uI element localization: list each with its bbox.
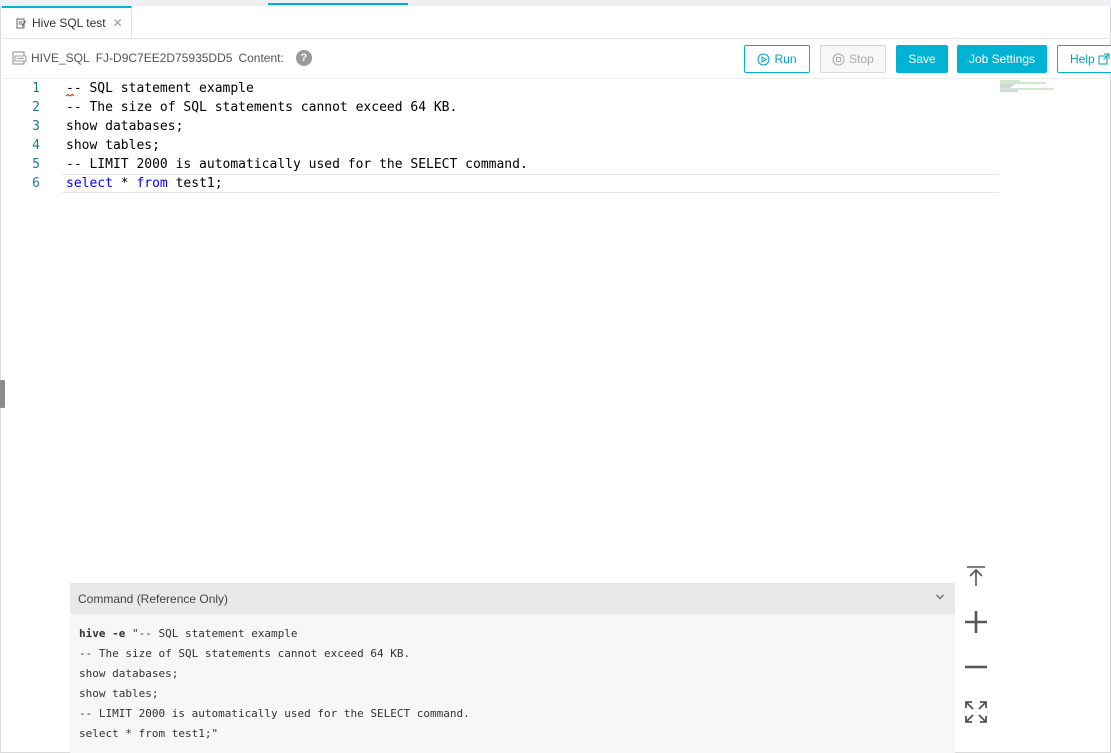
fullscreen-button[interactable] xyxy=(960,696,992,728)
panel-resize-handle[interactable] xyxy=(0,380,5,408)
minus-icon xyxy=(965,665,987,669)
line-number: 1 xyxy=(32,81,40,96)
code-text: -- SQL statement example xyxy=(66,81,254,96)
code-text: show tables; xyxy=(66,138,160,153)
command-line: show databases; xyxy=(79,667,179,680)
help-label: Help xyxy=(1070,52,1095,66)
run-label: Run xyxy=(774,52,797,66)
external-link-icon xyxy=(1098,53,1110,65)
command-line: select * from test1;" xyxy=(79,727,219,740)
save-button[interactable]: Save xyxy=(896,45,948,73)
top-accent-bar xyxy=(268,3,408,5)
expand-icon xyxy=(965,701,987,723)
sql-file-icon xyxy=(12,51,27,65)
stop-circle-icon xyxy=(832,53,845,65)
command-prefix: hive -e xyxy=(79,627,126,640)
line-number: 6 xyxy=(32,176,40,191)
code-line[interactable]: 2 -- The size of SQL statements cannot e… xyxy=(0,98,1000,117)
code-line[interactable]: 1 -- SQL statement example xyxy=(0,79,1000,98)
command-line-text: "-- SQL statement example xyxy=(131,627,298,640)
line-number: 3 xyxy=(32,119,40,134)
command-panel-title: Command (Reference Only) xyxy=(78,591,229,606)
code-line[interactable]: 4 show tables; xyxy=(0,136,1000,155)
command-line: hive -e "-- SQL statement example xyxy=(79,624,955,644)
command-line: -- LIMIT 2000 is automatically used for … xyxy=(79,707,470,720)
side-toolbar xyxy=(960,560,992,740)
command-panel-header[interactable]: Command (Reference Only) xyxy=(70,583,955,614)
job-id: FJ-D9C7EE2D75935DD5 xyxy=(95,51,233,65)
stop-button[interactable]: Stop xyxy=(820,45,886,73)
job-info: HIVE_SQL FJ-D9C7EE2D75935DD5 Content: ? xyxy=(12,50,318,66)
toolbar: HIVE_SQL FJ-D9C7EE2D75935DD5 Content: ? … xyxy=(0,38,1111,79)
line-number: 4 xyxy=(32,138,40,153)
spellcheck-squiggle xyxy=(66,94,74,97)
tab-hive-sql-test[interactable]: Hive SQL test ✕ xyxy=(2,6,132,38)
zoom-in-button[interactable] xyxy=(960,606,992,638)
keyword-from: from xyxy=(136,176,168,191)
chevron-down-icon[interactable] xyxy=(935,592,945,602)
scroll-to-top-button[interactable] xyxy=(960,560,992,592)
command-line: show tables; xyxy=(79,687,159,700)
sql-editor[interactable]: 1 -- SQL statement example 2 -- The size… xyxy=(0,79,1000,579)
plus-icon xyxy=(965,611,987,633)
edit-file-icon xyxy=(16,18,27,28)
close-icon[interactable]: ✕ xyxy=(113,16,123,30)
arrow-to-top-icon xyxy=(967,566,985,586)
line-number: 2 xyxy=(32,100,40,115)
tab-bar: Hive SQL test ✕ xyxy=(0,6,1111,39)
play-circle-icon xyxy=(757,53,770,65)
code-text: -- The size of SQL statements cannot exc… xyxy=(66,100,458,115)
help-button[interactable]: Help xyxy=(1057,45,1111,73)
zoom-out-button[interactable] xyxy=(960,651,992,683)
operator-star: * xyxy=(120,176,129,191)
run-button[interactable]: Run xyxy=(744,45,810,73)
line-number: 5 xyxy=(32,157,40,172)
editor-minimap[interactable] xyxy=(998,80,1058,92)
tab-title: Hive SQL test xyxy=(32,16,106,30)
job-settings-button[interactable]: Job Settings xyxy=(957,45,1047,73)
code-line[interactable]: 3 show databases; xyxy=(0,117,1000,136)
code-text: select * from test1; xyxy=(66,174,223,193)
command-panel: Command (Reference Only) hive -e "-- SQL… xyxy=(70,583,955,753)
job-type: HIVE_SQL xyxy=(31,51,90,65)
keyword-select: select xyxy=(66,176,113,191)
content-label: Content: xyxy=(238,51,284,65)
code-line[interactable]: 5 -- LIMIT 2000 is automatically used fo… xyxy=(0,155,1000,174)
command-text: hive -e "-- SQL statement example -- The… xyxy=(70,614,955,744)
code-text: show databases; xyxy=(66,119,184,134)
table-name: test1; xyxy=(175,176,223,191)
code-line-current[interactable]: 6 select * from test1; xyxy=(0,174,1000,193)
stop-label: Stop xyxy=(849,52,874,66)
code-text: -- LIMIT 2000 is automatically used for … xyxy=(66,157,528,172)
command-line: -- The size of SQL statements cannot exc… xyxy=(79,647,411,660)
question-icon[interactable]: ? xyxy=(295,50,312,66)
